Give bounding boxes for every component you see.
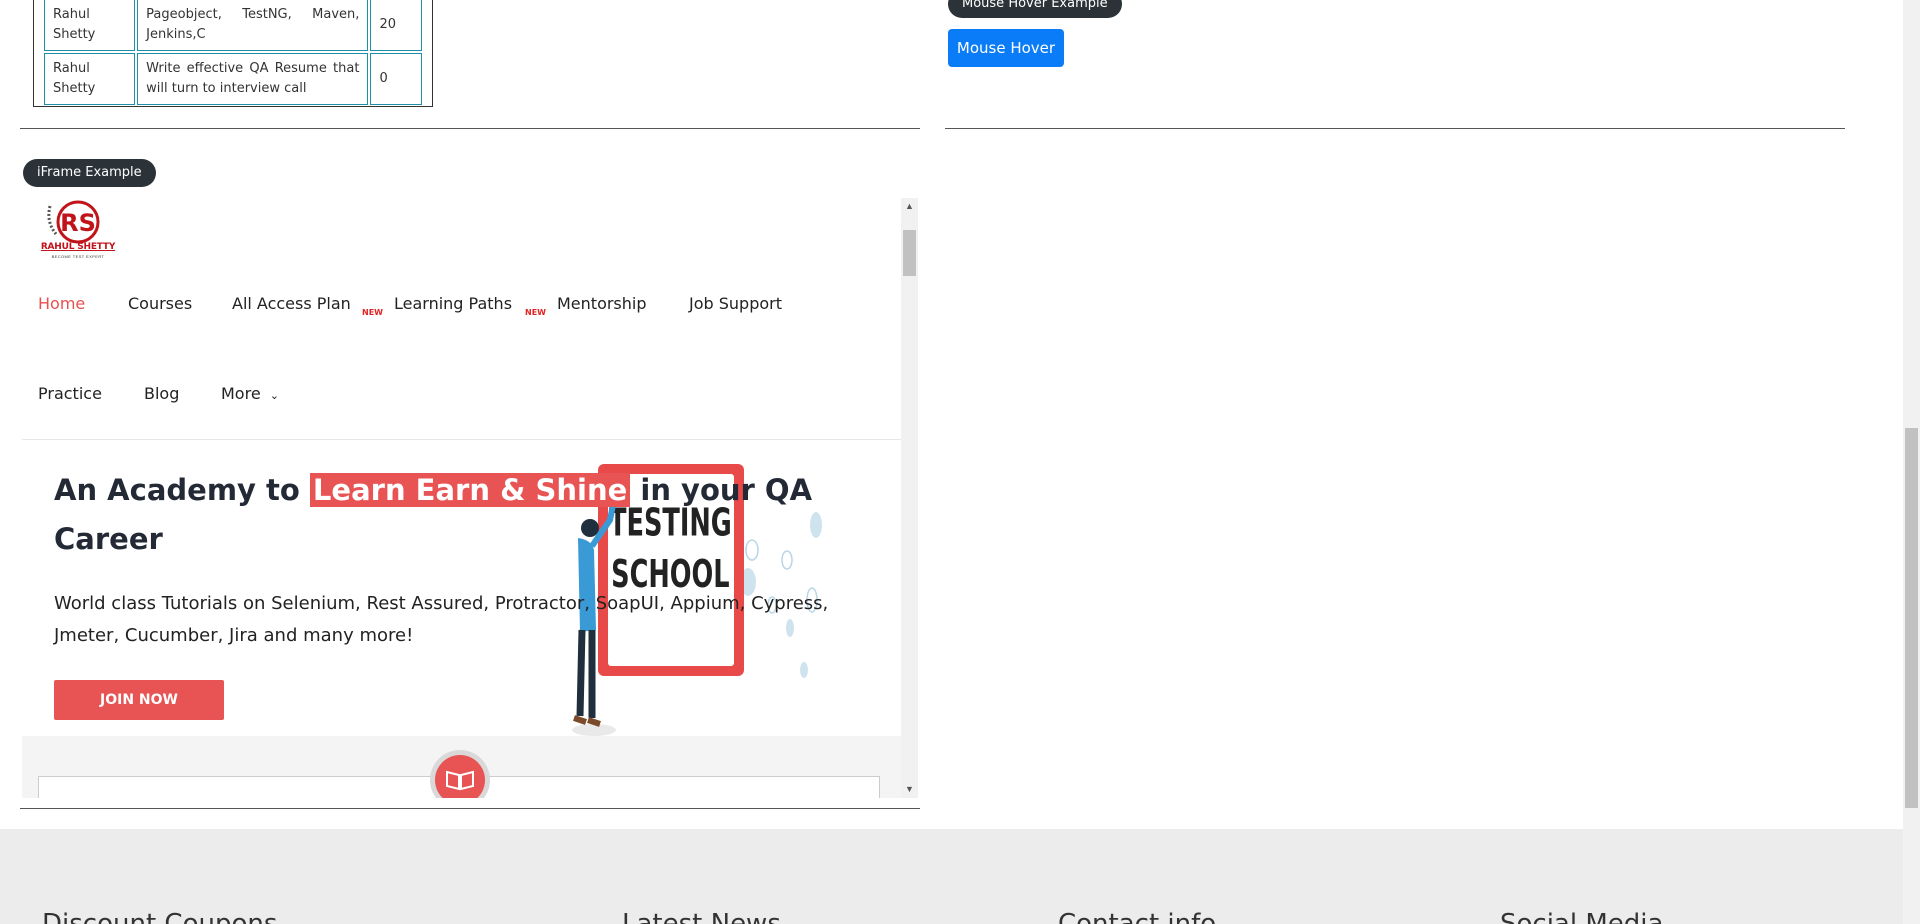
- hero-subtitle: World class Tutorials on Selenium, Rest …: [54, 593, 829, 646]
- instructor-cell: Rahul Shetty: [44, 53, 136, 105]
- nav-more-label: More: [221, 384, 261, 403]
- price-cell: 0: [370, 53, 422, 105]
- iframe-content: RS RAHUL SHETTY BECOME TEST EXPERT Home …: [22, 198, 901, 798]
- rs-logo-icon: RS: [47, 200, 100, 244]
- table-row: Rahul Shetty Write effective QA Resume t…: [44, 53, 422, 105]
- instructor-cell: Rahul Shetty: [44, 0, 136, 51]
- logo-text: RAHUL SHETTY: [40, 242, 116, 252]
- scroll-up-arrow-icon[interactable]: ▲: [901, 198, 918, 215]
- section-divider: [945, 128, 1845, 129]
- scroll-down-arrow-icon[interactable]: ▼: [901, 781, 918, 798]
- join-now-button[interactable]: JOIN NOW: [54, 680, 224, 720]
- courses-table: Rahul Shetty Pageobject, TestNG, Maven, …: [42, 0, 424, 107]
- nav-mentorship[interactable]: Mentorship: [557, 294, 647, 313]
- hero-title-pre: An Academy to: [54, 473, 310, 507]
- courses-table-container: Rahul Shetty Pageobject, TestNG, Maven, …: [33, 0, 433, 107]
- rahul-shetty-logo[interactable]: RS RAHUL SHETTY BECOME TEST EXPERT: [36, 198, 120, 262]
- footer: Discount Coupons Latest News Contact inf…: [0, 829, 1903, 924]
- chevron-down-icon: ⌄: [269, 389, 279, 402]
- book-icon: [435, 755, 485, 798]
- mouse-hover-badge: Mouse Hover Example: [948, 0, 1122, 18]
- section-divider: [20, 808, 920, 809]
- nav-courses[interactable]: Courses: [128, 294, 192, 313]
- footer-heading-coupons: Discount Coupons: [42, 909, 278, 924]
- book-icon-circle: [430, 750, 490, 798]
- svg-text:RS: RS: [60, 209, 96, 237]
- footer-heading-social: Social Media: [1500, 909, 1664, 924]
- nav-more[interactable]: More ⌄: [221, 384, 279, 403]
- new-tag: NEW: [362, 308, 383, 317]
- course-cell: Pageobject, TestNG, Maven, Jenkins,C: [137, 0, 369, 51]
- mouse-hover-button[interactable]: Mouse Hover: [948, 29, 1064, 67]
- price-cell: 20: [370, 0, 422, 51]
- courses-iframe[interactable]: RS RAHUL SHETTY BECOME TEST EXPERT Home …: [22, 198, 918, 798]
- course-cell: Write effective QA Resume that will turn…: [137, 53, 369, 105]
- nav-blog[interactable]: Blog: [144, 384, 179, 403]
- footer-heading-news: Latest News: [622, 909, 781, 924]
- page-scroll-thumb[interactable]: [1905, 428, 1918, 808]
- nav-all-access-plan[interactable]: All Access Plan: [232, 294, 351, 313]
- nav-divider: [22, 439, 901, 440]
- hero-title: An Academy to Learn Earn & Shine in your…: [54, 466, 854, 564]
- footer-heading-contact: Contact info: [1058, 909, 1217, 924]
- nav-learning-paths[interactable]: Learning Paths: [394, 294, 512, 313]
- table-row: Rahul Shetty Pageobject, TestNG, Maven, …: [44, 0, 422, 51]
- practice-page: Rahul Shetty Pageobject, TestNG, Maven, …: [0, 0, 1920, 924]
- iframe-scrollbar[interactable]: ▲ ▼: [901, 198, 918, 798]
- hero-title-highlight: Learn Earn & Shine: [309, 473, 631, 507]
- iframe-example-badge: iFrame Example: [23, 159, 156, 187]
- section-divider: [20, 128, 920, 129]
- page-scrollbar[interactable]: [1903, 0, 1920, 924]
- nav-practice[interactable]: Practice: [38, 384, 102, 403]
- nav-home[interactable]: Home: [38, 294, 85, 313]
- iframe-scroll-thumb[interactable]: [903, 230, 916, 276]
- new-tag: NEW: [525, 308, 546, 317]
- nav-job-support[interactable]: Job Support: [689, 294, 782, 313]
- logo-tagline: BECOME TEST EXPERT: [51, 254, 105, 259]
